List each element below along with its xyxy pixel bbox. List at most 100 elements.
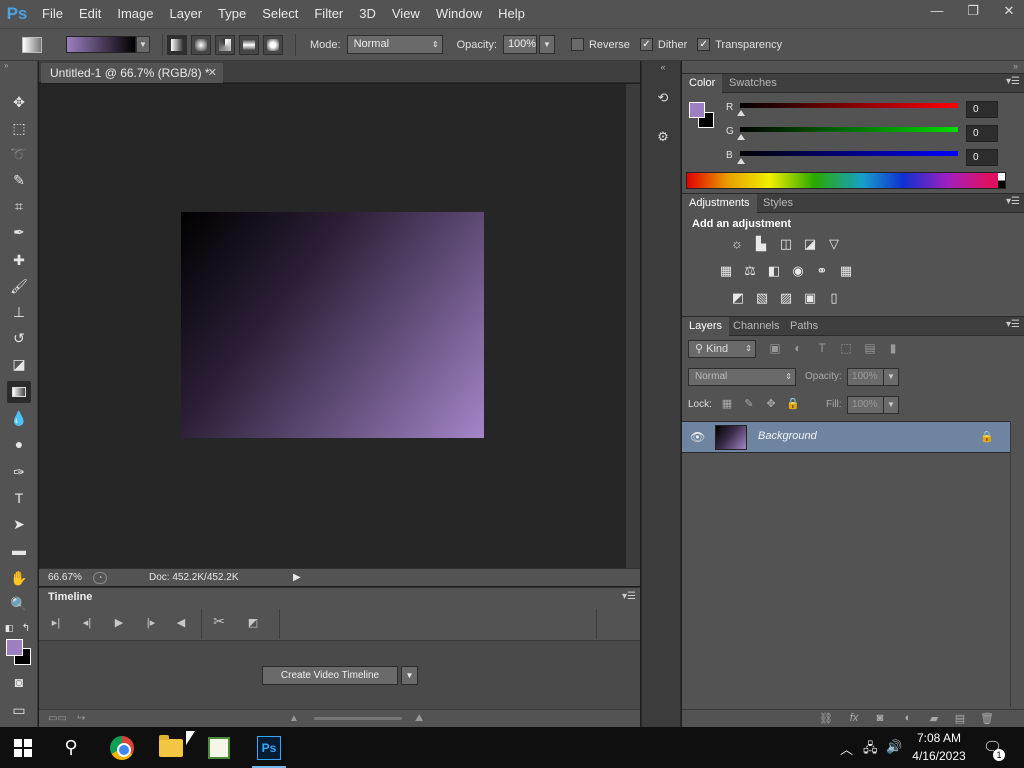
blend-mode-select[interactable]: Normal ⇕ xyxy=(688,368,796,386)
quick-mask-icon[interactable]: ◙ xyxy=(7,671,31,693)
healing-brush-tool-icon[interactable]: ✚ xyxy=(7,249,31,271)
status-menu-arrow-icon[interactable]: ▶ xyxy=(293,572,301,583)
color-balance-icon[interactable]: ⚖ xyxy=(741,263,759,279)
reverse-checkbox[interactable]: Reverse xyxy=(570,38,630,51)
clone-stamp-tool-icon[interactable]: ⊥ xyxy=(7,301,31,323)
minimize-button[interactable]: — xyxy=(928,2,946,20)
layers-scrollbar[interactable] xyxy=(1010,421,1024,707)
timeline-mode-dropdown[interactable]: ▼ xyxy=(401,666,418,685)
reflected-gradient-button[interactable] xyxy=(239,34,259,55)
black-white-icon[interactable]: ◧ xyxy=(765,263,783,279)
swap-colors-icon[interactable]: ↰ xyxy=(20,617,32,639)
timeline-zoom-slider[interactable] xyxy=(314,717,402,720)
eye-icon[interactable]: 👁 xyxy=(690,430,705,444)
start-button[interactable] xyxy=(0,727,46,768)
chevron-up-icon[interactable]: ︿ xyxy=(840,739,853,758)
opacity-dropdown[interactable]: ▼ xyxy=(538,35,555,54)
lasso-tool-icon[interactable]: ➰ xyxy=(7,143,31,165)
go-to-first-frame-icon[interactable]: ▸| xyxy=(48,616,64,629)
tab-swatches[interactable]: Swatches xyxy=(722,74,784,93)
vertical-scrollbar[interactable] xyxy=(626,84,640,568)
foreground-color-swatch[interactable] xyxy=(6,639,23,656)
channel-mixer-icon[interactable]: ⚭ xyxy=(813,263,831,279)
vibrance-icon[interactable]: ▽ xyxy=(825,236,843,252)
opacity-input[interactable]: 100% xyxy=(502,35,537,54)
type-filter-icon[interactable]: T xyxy=(814,341,830,355)
tab-paths[interactable]: Paths xyxy=(783,317,825,336)
hand-tool-icon[interactable]: ✋ xyxy=(7,567,31,589)
volume-icon[interactable]: 🔊 xyxy=(886,739,902,755)
blue-value-input[interactable]: 0 xyxy=(966,149,998,166)
radial-gradient-button[interactable] xyxy=(191,34,211,55)
slider-thumb-icon[interactable] xyxy=(737,110,745,116)
green-value-input[interactable]: 0 xyxy=(966,125,998,142)
fill-dropdown[interactable]: ▼ xyxy=(883,396,899,414)
document-tab[interactable]: Untitled-1 @ 66.7% (RGB/8) * ✕ xyxy=(41,63,223,83)
red-slider[interactable] xyxy=(740,103,958,108)
history-brush-tool-icon[interactable]: ↺ xyxy=(7,327,31,349)
marquee-tool-icon[interactable]: ⬚ xyxy=(7,117,31,139)
clock-time[interactable]: 7:08 AM xyxy=(907,731,971,745)
dock-collapse-icon[interactable]: « xyxy=(652,61,674,73)
color-spectrum-ramp[interactable] xyxy=(686,172,1006,189)
new-group-icon[interactable]: ▰ xyxy=(926,712,942,725)
gradient-picker-dropdown[interactable]: ▼ xyxy=(136,36,150,53)
tab-channels[interactable]: Channels xyxy=(726,317,786,336)
color-lookup-icon[interactable]: ▦ xyxy=(837,263,855,279)
invert-icon[interactable]: ◩ xyxy=(729,290,747,306)
tab-color[interactable]: Color xyxy=(682,74,723,93)
rectangle-tool-icon[interactable]: ▬ xyxy=(7,539,31,561)
previous-frame-icon[interactable]: ◂| xyxy=(79,616,95,629)
dodge-tool-icon[interactable]: ● xyxy=(7,433,31,455)
gradient-preview[interactable] xyxy=(66,36,136,53)
exposure-icon[interactable]: ◪ xyxy=(801,236,819,252)
split-scissors-icon[interactable]: ✂ xyxy=(211,613,227,630)
tab-adjustments[interactable]: Adjustments xyxy=(682,194,757,213)
slider-thumb-icon[interactable] xyxy=(737,158,745,164)
status-options-icon[interactable]: ◔ xyxy=(93,571,107,584)
layer-opacity-dropdown[interactable]: ▼ xyxy=(883,368,899,386)
menu-layer[interactable]: Layer xyxy=(162,0,211,28)
menu-select[interactable]: Select xyxy=(254,0,306,28)
properties-panel-icon[interactable]: ⚙ xyxy=(652,127,674,147)
blue-slider[interactable] xyxy=(740,151,958,156)
zoom-level[interactable]: 66.67% xyxy=(39,572,89,583)
mode-select[interactable]: Normal ⇕ xyxy=(346,35,443,54)
dock-expand-icon[interactable]: » xyxy=(1013,61,1018,71)
lock-all-icon[interactable]: 🔒 xyxy=(785,397,801,410)
menu-window[interactable]: Window xyxy=(428,0,490,28)
pen-tool-icon[interactable]: ✑ xyxy=(7,461,31,483)
frame-animation-icon[interactable]: ▭▭ xyxy=(48,713,67,724)
zoom-out-icon[interactable]: ▲ xyxy=(289,713,299,724)
add-mask-icon[interactable]: ◙ xyxy=(872,712,888,724)
play-icon[interactable]: ▶ xyxy=(111,616,127,629)
tool-preset-picker[interactable] xyxy=(22,36,42,53)
document-canvas[interactable] xyxy=(181,212,484,438)
gradient-tool-icon[interactable] xyxy=(7,381,31,403)
posterize-icon[interactable]: ▧ xyxy=(753,290,771,306)
type-tool-icon[interactable]: T xyxy=(7,487,31,509)
zoom-in-icon[interactable]: ⛰ xyxy=(415,713,423,724)
layer-filter-select[interactable]: ⚲ Kind ⇕ xyxy=(688,340,756,358)
chrome-app-icon[interactable] xyxy=(99,727,145,768)
brightness-contrast-icon[interactable]: ☼ xyxy=(728,236,746,252)
default-colors-icon[interactable]: ◧ xyxy=(3,617,15,639)
fill-input[interactable]: 100% xyxy=(847,396,885,414)
crop-tool-icon[interactable]: ⌗ xyxy=(7,195,31,217)
tab-layers[interactable]: Layers xyxy=(682,317,730,336)
angle-gradient-button[interactable] xyxy=(215,34,235,55)
panel-menu-icon[interactable]: ▾☰ xyxy=(1006,196,1020,207)
sheet-app-icon[interactable] xyxy=(196,727,242,768)
filter-toggle-icon[interactable]: ▮ xyxy=(885,341,901,355)
search-icon[interactable]: ⚲ xyxy=(48,727,94,768)
green-slider[interactable] xyxy=(740,127,958,132)
menu-3d[interactable]: 3D xyxy=(351,0,384,28)
shape-filter-icon[interactable]: ⬚ xyxy=(838,341,854,355)
zoom-tool-icon[interactable]: 🔍 xyxy=(7,593,31,615)
curves-icon[interactable]: ◫ xyxy=(777,236,795,252)
dither-checkbox[interactable]: ✓ Dither xyxy=(639,38,687,51)
panel-grip-icon[interactable]: » xyxy=(0,61,37,71)
menu-file[interactable]: File xyxy=(34,0,71,28)
menu-edit[interactable]: Edit xyxy=(71,0,109,28)
fx-icon[interactable]: fx xyxy=(846,712,862,724)
